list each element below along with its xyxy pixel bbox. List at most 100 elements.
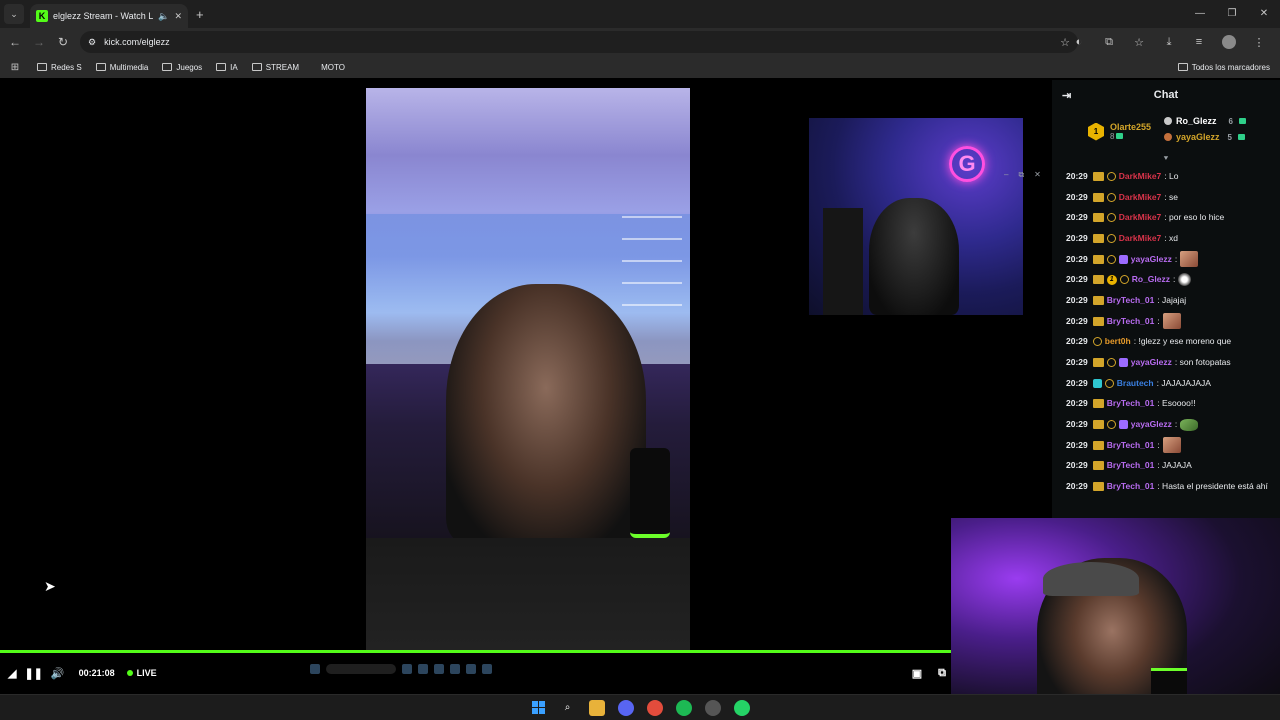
message-text: : [1174,419,1178,430]
speaker-icon[interactable]: 🔈 [158,11,169,22]
popout-icon[interactable]: ⧉ [1018,170,1024,180]
all-bookmarks[interactable]: Todos los marcadores [1177,62,1270,72]
sub-crown-icon [1092,482,1104,492]
close-icon[interactable]: ✕ [1034,170,1041,180]
guest-figure [869,198,959,315]
active-tab[interactable]: K elglezz Stream - Watch Live 🔈 ✕ [30,4,188,28]
message-time: 20:29 [1066,398,1088,409]
video-player[interactable]: G – ⧉ ✕ [0,80,1052,694]
chat-messages: 20:29 DarkMike7: Lo 20:29 DarkMike7: se 20:2… [1052,166,1280,497]
mouse-cursor-icon: ➤ [44,578,56,594]
whatsapp-icon[interactable] [733,699,750,716]
progress-bar[interactable] [0,650,952,653]
minimize-icon[interactable]: – [1004,170,1008,180]
message-username[interactable]: DarkMike7 [1119,170,1162,183]
bookmark-label: Multimedia [109,62,149,72]
og-badge-icon [1092,337,1102,347]
message-time: 20:29 [1066,481,1088,492]
back-button[interactable]: ← [3,35,27,49]
bookmark-folder[interactable]: Redes S [30,63,89,72]
folder-icon [95,63,106,71]
tab-search-button[interactable]: ⌄ [4,4,24,24]
message-username[interactable]: Brautech [1117,377,1154,390]
omnibox[interactable]: ⚙ kick.com/elglezz ☆ [80,31,1078,53]
gifter-badge-icon [1118,420,1128,430]
apps-grid-icon[interactable]: ⊞ [0,62,30,73]
bookmarks-icon[interactable]: ☆ [1124,36,1154,49]
bookmark-folder[interactable]: STREAM [245,63,306,72]
minimize-button[interactable]: — [1184,0,1216,28]
chat-message: 20:29 DarkMike7: por eso lo hice [1066,207,1272,228]
collapse-chat-icon[interactable]: ⇥ [1062,89,1071,102]
search-icon[interactable]: ⌕ [560,700,576,716]
message-username[interactable]: BryTech_01 [1107,459,1155,472]
message-time: 20:29 [1066,357,1088,368]
extensions-area: ◐ ⧉ ☆ ⤓ ≡ ⋮ [1064,28,1274,56]
message-username[interactable]: yayaGlezz [1131,418,1172,431]
bookmark-folder[interactable]: IA [209,63,245,72]
emote-icon [1162,313,1181,330]
media-control-icon[interactable]: ≡ [1184,36,1214,48]
reload-button[interactable]: ↻ [51,35,75,49]
app-icon [466,664,476,674]
message-time: 20:29 [1066,170,1088,181]
volume-icon[interactable]: 🔊 [51,667,65,680]
new-tab-button[interactable]: + [196,7,204,22]
pause-button[interactable]: ❚❚ [24,667,42,680]
message-username[interactable]: DarkMike7 [1119,232,1162,245]
og-badge-icon [1106,233,1116,243]
download-icon[interactable]: ⤓ [1154,36,1184,49]
message-time: 20:29 [1066,274,1088,285]
close-tab-icon[interactable]: ✕ [174,11,182,22]
message-username[interactable]: DarkMike7 [1119,211,1162,224]
folder-icon [251,63,262,71]
live-dot-icon [126,670,133,676]
gifter-first[interactable]: 1 Olarte255 8 [1088,122,1151,141]
site-info-icon[interactable]: ⚙ [88,37,96,48]
chat-message: 20:29 yayaGlezz: [1066,414,1272,435]
menu-icon[interactable]: ⋮ [1244,36,1274,49]
message-text: : se [1164,191,1178,202]
sub-crown-icon [1092,254,1104,264]
restore-button[interactable]: ❐ [1216,0,1248,28]
message-username[interactable]: BryTech_01 [1107,315,1155,328]
app-icon[interactable] [704,699,721,716]
message-username[interactable]: BryTech_01 [1107,439,1155,452]
message-username[interactable]: BryTech_01 [1107,294,1155,307]
extensions-puzzle-icon[interactable]: ⧉ [1094,36,1124,49]
bookmark-folder[interactable]: Multimedia [89,63,156,72]
windows-start-icon[interactable] [531,700,547,716]
gifter-second[interactable]: Ro_Glezz 6 [1164,116,1246,126]
live-indicator[interactable]: LIVE [126,668,157,678]
file-explorer-icon[interactable] [588,699,605,716]
chat-message: 20:29 BryTech_01: Jajajaj [1066,290,1272,311]
message-username[interactable]: DarkMike7 [1119,191,1162,204]
message-username[interactable]: yayaGlezz [1131,356,1172,369]
extension-icon[interactable]: ◐ [1064,36,1094,48]
all-bookmarks-label: Todos los marcadores [1191,62,1270,72]
message-username[interactable]: Ro_Glezz [1132,273,1170,286]
pin-toggle-icon[interactable]: ⯆ [1052,154,1280,166]
top-gifters: 1 Olarte255 8 Ro_Glezz 6 yayaGlezz 5 [1052,110,1280,154]
theater-mode-icon[interactable]: ▣ [912,667,922,680]
chrome-icon[interactable] [646,699,663,716]
bookmark-folder[interactable]: Juegos [155,63,209,72]
message-username[interactable]: bert0h [1105,335,1131,348]
sub-crown-icon [1092,316,1104,326]
close-window-button[interactable]: ✕ [1248,0,1280,28]
profile-avatar[interactable] [1222,35,1236,49]
message-username[interactable]: BryTech_01 [1107,397,1155,410]
bookmark-link[interactable]: MOTO [314,63,352,72]
discord-icon[interactable] [617,699,634,716]
message-time: 20:29 [1066,460,1088,471]
forward-button[interactable]: → [27,35,51,49]
message-username[interactable]: BryTech_01 [1107,480,1155,493]
gifter-third[interactable]: yayaGlezz 5 [1164,132,1245,142]
neon-g-sign-icon: G [949,146,985,182]
chat-message: 20:29 yayaGlezz: [1066,249,1272,270]
spotify-icon[interactable] [675,699,692,716]
message-username[interactable]: yayaGlezz [1131,253,1172,266]
pip-icon[interactable]: ⧉ [938,667,946,680]
message-text: : !glezz y ese moreno que [1133,336,1232,347]
sub-crown-icon [1092,192,1104,202]
